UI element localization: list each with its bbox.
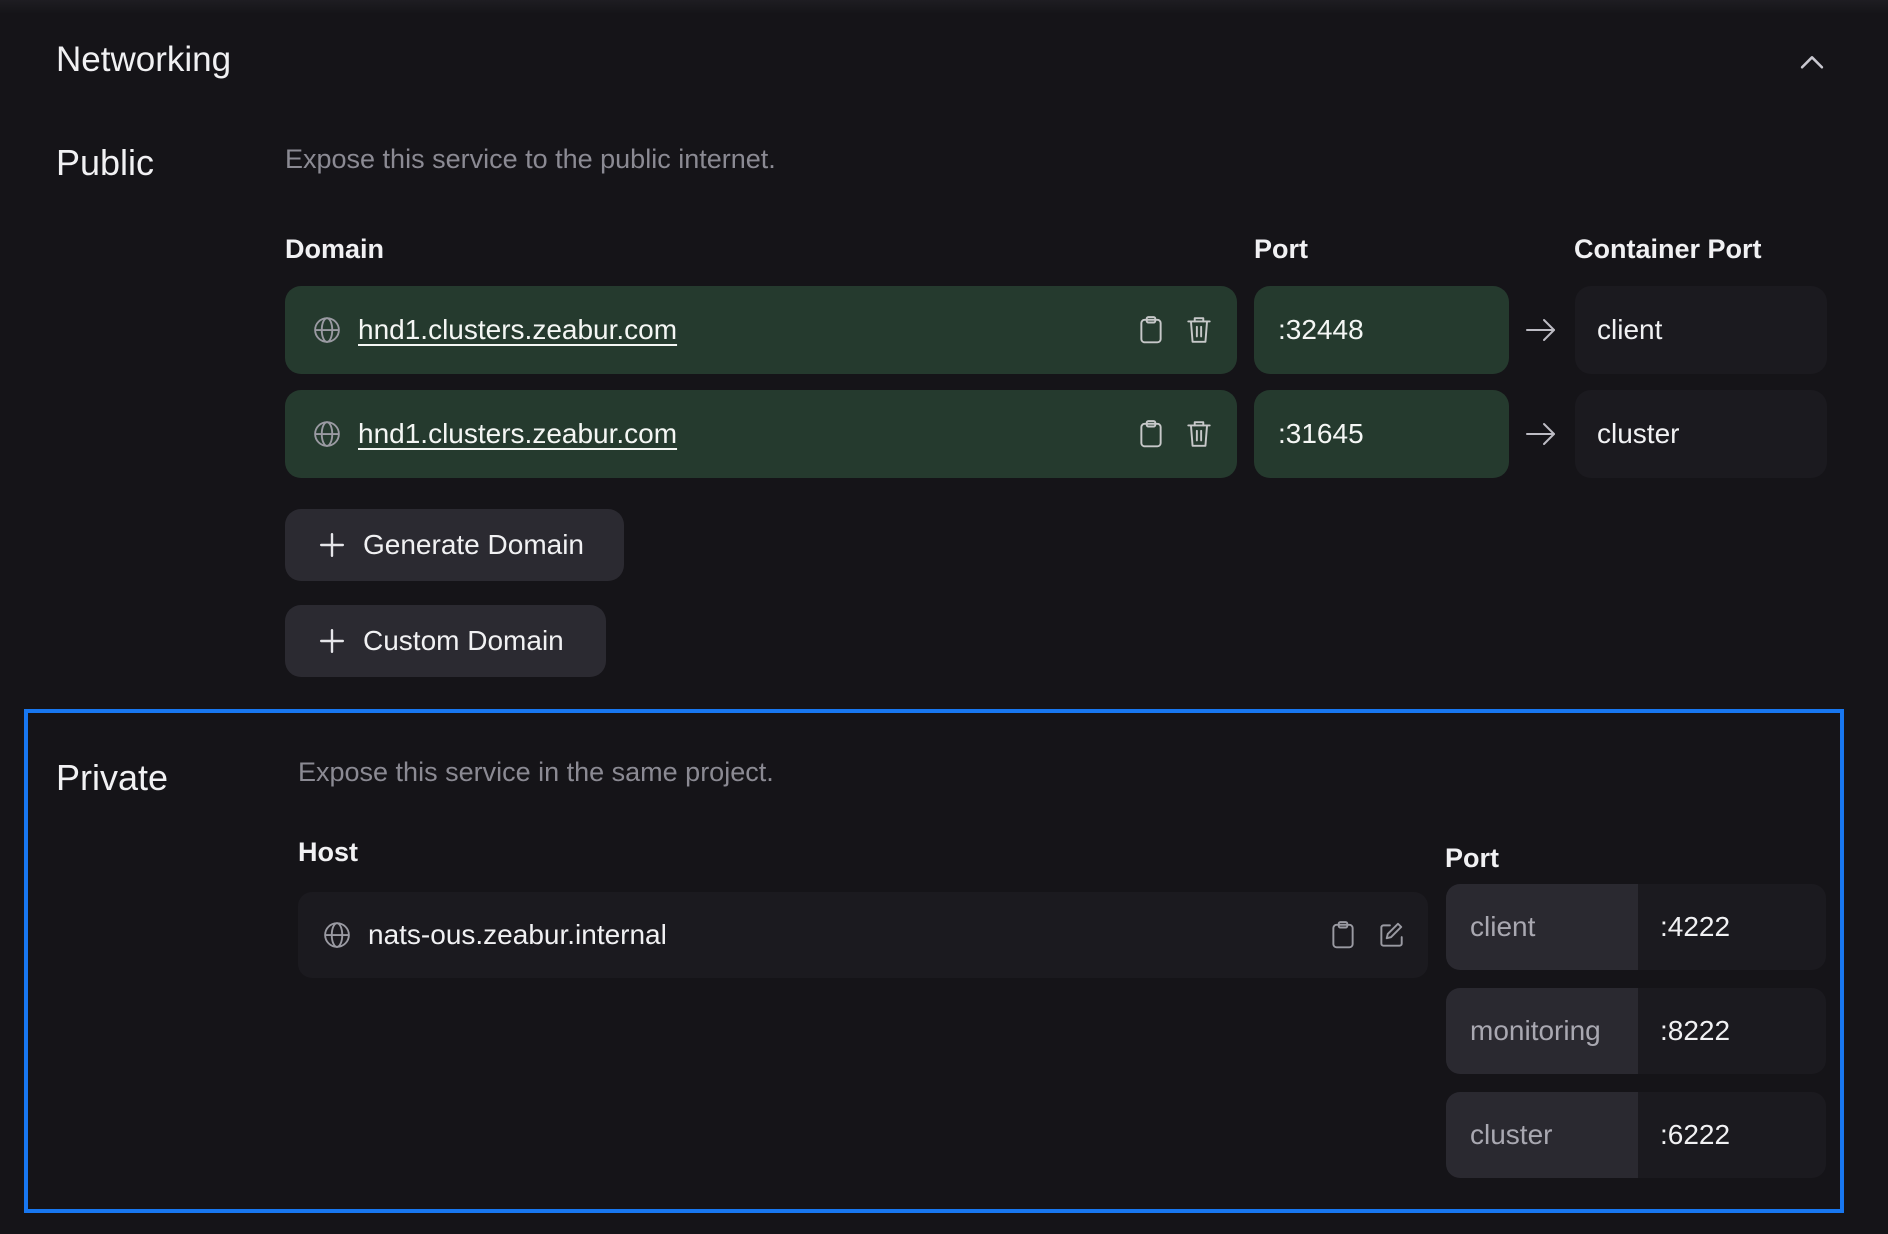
globe-icon — [314, 317, 340, 343]
domain-column-header: Domain — [285, 234, 385, 264]
container-port-value: cluster — [1597, 418, 1680, 449]
generate-domain-label: Generate Domain — [363, 529, 585, 560]
public-description: Expose this service to the public intern… — [285, 144, 776, 174]
trash-icon[interactable] — [1186, 315, 1212, 345]
container-port-value: client — [1597, 314, 1663, 345]
edit-icon[interactable] — [1378, 920, 1404, 950]
custom-domain-label: Custom Domain — [363, 625, 564, 656]
globe-icon — [314, 421, 340, 447]
chevron-up-icon[interactable] — [1795, 46, 1829, 80]
arrow-right-icon — [1526, 319, 1555, 341]
private-port-name: client — [1470, 911, 1536, 942]
private-port-value: :6222 — [1660, 1119, 1731, 1150]
port-column-header: Port — [1254, 234, 1308, 264]
private-port-row: monitoring :8222 — [1446, 988, 1826, 1074]
domain-link[interactable]: hnd1.clusters.zeabur.com — [358, 418, 677, 450]
private-port-value: :4222 — [1660, 911, 1731, 942]
public-port-value: :31645 — [1278, 418, 1364, 449]
networking-panel: Networking Public Expose this service to… — [0, 0, 1888, 1234]
domain-row: hnd1.clusters.zeabur.com — [285, 390, 1237, 478]
globe-icon — [324, 922, 350, 948]
public-title: Public — [56, 142, 155, 183]
private-port-row: client :4222 — [1446, 884, 1826, 970]
private-port-column-header: Port — [1445, 843, 1499, 873]
private-port-name: monitoring — [1470, 1015, 1601, 1046]
arrow-right-icon — [1526, 423, 1555, 445]
domain-link[interactable]: hnd1.clusters.zeabur.com — [358, 314, 677, 346]
private-port-value: :8222 — [1660, 1015, 1731, 1046]
private-description: Expose this service in the same project. — [298, 757, 774, 787]
container-port: cluster — [1575, 390, 1827, 478]
plus-icon — [319, 532, 345, 558]
plus-icon — [319, 628, 345, 654]
public-port[interactable]: :31645 — [1254, 390, 1509, 478]
private-title: Private — [56, 757, 169, 798]
public-port-value: :32448 — [1278, 314, 1364, 345]
private-host: nats-ous.zeabur.internal — [368, 919, 667, 950]
private-port-name: cluster — [1470, 1119, 1553, 1150]
host-column-header: Host — [298, 837, 358, 867]
generate-domain-button[interactable]: Generate Domain — [285, 509, 624, 581]
clipboard-icon[interactable] — [1330, 920, 1356, 950]
section-title: Networking — [56, 40, 232, 79]
private-host-field: nats-ous.zeabur.internal — [298, 892, 1428, 978]
trash-icon[interactable] — [1186, 419, 1212, 449]
domain-row: hnd1.clusters.zeabur.com — [285, 286, 1237, 374]
public-port[interactable]: :32448 — [1254, 286, 1509, 374]
container-port: client — [1575, 286, 1827, 374]
clipboard-icon[interactable] — [1138, 315, 1164, 345]
clipboard-icon[interactable] — [1138, 419, 1164, 449]
custom-domain-button[interactable]: Custom Domain — [285, 605, 606, 677]
container-port-column-header: Container Port — [1574, 234, 1762, 264]
private-port-row: cluster :6222 — [1446, 1092, 1826, 1178]
